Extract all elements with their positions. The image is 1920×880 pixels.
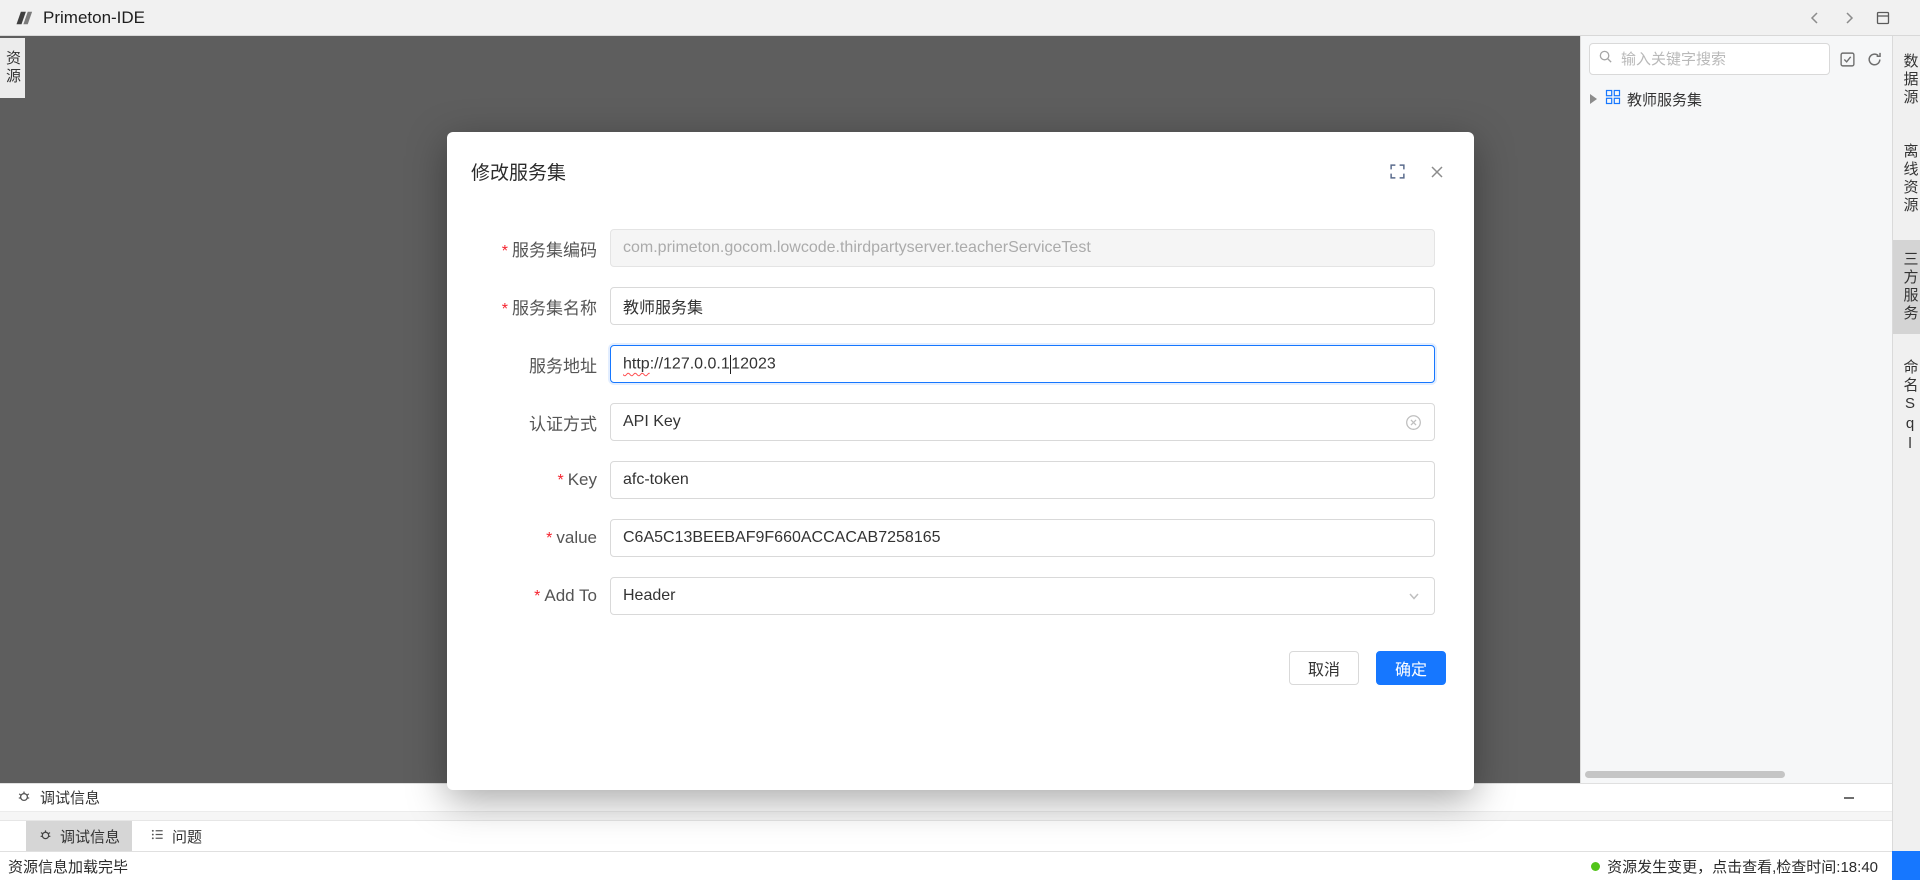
resource-search-row	[1581, 36, 1892, 80]
edit-service-set-dialog: 修改服务集 *服务集编码 com.primeton.gocom.lowcode.…	[447, 132, 1474, 790]
field-label: *服务集名称	[477, 294, 597, 319]
resource-panel: 教师服务集	[1580, 36, 1892, 783]
service-set-icon	[1605, 89, 1621, 109]
dialog-title: 修改服务集	[471, 158, 566, 185]
primeton-logo-icon	[14, 8, 34, 28]
chevron-down-icon	[1406, 588, 1422, 604]
field-label: *Add To	[477, 586, 597, 606]
service-set-code-input[interactable]: com.primeton.gocom.lowcode.thirdpartyser…	[610, 229, 1435, 267]
required-marker: *	[534, 588, 540, 605]
rail-tab-thirdparty-services[interactable]: 三方服务	[1893, 240, 1920, 334]
field-service-address: 服务地址 http://127.0.0.112023	[447, 345, 1474, 383]
field-label: 服务地址	[477, 352, 597, 377]
add-to-select[interactable]: Header	[610, 577, 1435, 615]
field-label: *服务集编码	[477, 236, 597, 261]
service-address-input[interactable]: http://127.0.0.112023	[610, 345, 1435, 383]
search-input[interactable]	[1619, 50, 1821, 69]
field-value: *value C6A5C13BEEBAF9F660ACCACAB7258165	[447, 519, 1474, 557]
rail-tab-offline-resources[interactable]: 离线资源	[1893, 132, 1920, 226]
dialog-footer: 取消 确定	[447, 651, 1474, 685]
debug-icon	[38, 827, 53, 846]
search-icon	[1598, 49, 1613, 69]
field-label: *value	[477, 528, 597, 548]
tab-problems[interactable]: 问题	[138, 821, 214, 851]
horizontal-scrollbar-thumb[interactable]	[1585, 771, 1785, 778]
rail-tab-datasource[interactable]: 数据源	[1893, 42, 1920, 118]
right-rail: 数据源 离线资源 三方服务 命名Sql	[1892, 36, 1920, 851]
collapse-panel-icon[interactable]	[1840, 789, 1858, 807]
required-marker: *	[502, 243, 508, 260]
status-resource-change-notice[interactable]: 资源发生变更，点击查看,检查时间:18:40	[1591, 856, 1884, 877]
search-box[interactable]	[1589, 43, 1830, 75]
url-middle-segment: ://127.0.0.1	[650, 355, 730, 372]
list-icon	[150, 827, 165, 846]
tab-debug-info-label: 调试信息	[60, 826, 120, 847]
status-green-dot-icon	[1591, 862, 1600, 871]
titlebar-actions	[1806, 9, 1906, 27]
service-set-code-value: com.primeton.gocom.lowcode.thirdpartyser…	[623, 239, 1091, 257]
bottom-panel-tabs: 调试信息 问题	[0, 821, 1892, 851]
corner-accent-button[interactable]	[1892, 851, 1920, 880]
auth-method-select[interactable]: API Key	[610, 403, 1435, 441]
auth-method-value: API Key	[623, 413, 681, 431]
field-service-set-name: *服务集名称 教师服务集	[447, 287, 1474, 325]
tab-problems-label: 问题	[172, 826, 202, 847]
status-left-text: 资源信息加载完毕	[8, 856, 128, 877]
titlebar: Primeton-IDE	[0, 0, 1920, 36]
url-after-caret-segment: 12023	[731, 355, 776, 372]
value-input[interactable]: C6A5C13BEEBAF9F660ACCACAB7258165	[610, 519, 1435, 557]
window-layout-icon[interactable]	[1874, 9, 1892, 27]
key-input[interactable]: afc-token	[610, 461, 1435, 499]
sidebar-tab-resources[interactable]: 资源	[0, 38, 25, 98]
dialog-form: *服务集编码 com.primeton.gocom.lowcode.thirdp…	[447, 229, 1474, 615]
add-to-value: Header	[623, 587, 675, 605]
rail-tab-named-sql[interactable]: 命名Sql	[1893, 348, 1920, 466]
required-marker: *	[502, 301, 508, 318]
debug-icon	[16, 788, 32, 808]
field-label: 认证方式	[477, 410, 597, 435]
chevron-right-icon[interactable]	[1840, 9, 1858, 27]
tree-item-service-set[interactable]: 教师服务集	[1581, 83, 1892, 115]
service-set-name-input[interactable]: 教师服务集	[610, 287, 1435, 325]
bottom-panel: 调试信息 调试信息 问题	[0, 783, 1892, 851]
ok-button[interactable]: 确定	[1376, 651, 1446, 685]
tree-item-label: 教师服务集	[1627, 89, 1702, 110]
service-set-name-value: 教师服务集	[623, 294, 703, 318]
app-window: Primeton-IDE 资源	[0, 0, 1920, 880]
value-value: C6A5C13BEEBAF9F660ACCACAB7258165	[623, 529, 941, 547]
field-service-set-code: *服务集编码 com.primeton.gocom.lowcode.thirdp…	[447, 229, 1474, 267]
misspelled-segment: http	[623, 355, 650, 372]
required-marker: *	[557, 472, 563, 489]
clear-circle-icon[interactable]	[1405, 414, 1422, 431]
cancel-button[interactable]: 取消	[1289, 651, 1359, 685]
tab-debug-info[interactable]: 调试信息	[26, 821, 132, 851]
debug-panel-title: 调试信息	[40, 787, 100, 808]
tree-expand-caret-icon[interactable]	[1590, 94, 1597, 104]
dialog-header: 修改服务集	[447, 132, 1474, 185]
refresh-icon[interactable]	[1864, 49, 1884, 69]
status-bar: 资源信息加载完毕 资源发生变更，点击查看,检查时间:18:40	[0, 851, 1892, 880]
required-marker: *	[546, 530, 552, 547]
field-auth-method: 认证方式 API Key	[447, 403, 1474, 441]
key-value: afc-token	[623, 471, 689, 489]
panel-resize-handle[interactable]	[0, 812, 1892, 821]
fullscreen-icon[interactable]	[1389, 163, 1406, 180]
chevron-left-icon[interactable]	[1806, 9, 1824, 27]
status-right-text: 资源发生变更，点击查看,检查时间:18:40	[1607, 856, 1878, 877]
check-square-icon[interactable]	[1837, 49, 1857, 69]
field-key: *Key afc-token	[447, 461, 1474, 499]
close-icon[interactable]	[1428, 163, 1445, 180]
app-title: Primeton-IDE	[43, 8, 145, 28]
field-label: *Key	[477, 470, 597, 490]
field-add-to: *Add To Header	[447, 577, 1474, 615]
